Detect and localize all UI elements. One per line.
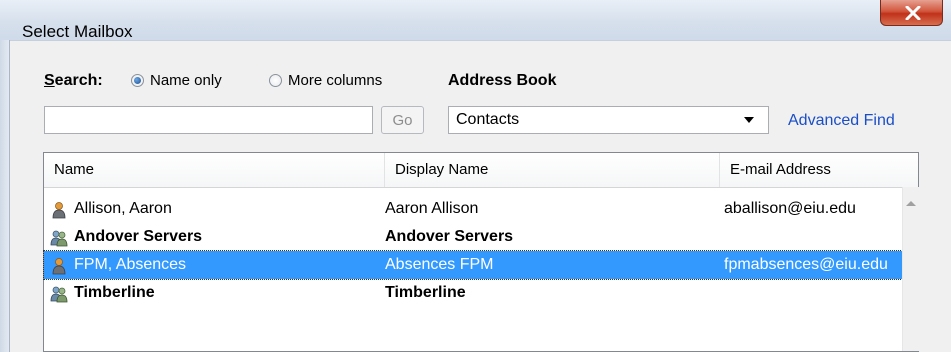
radio-selected-icon: [131, 74, 144, 87]
go-button[interactable]: Go: [381, 106, 424, 134]
row-email: aballison@eiu.edu: [724, 200, 856, 217]
row-email: fpmabsences@eiu.edu: [724, 256, 888, 273]
group-icon: [50, 230, 68, 247]
mailbox-list[interactable]: Name Display Name E-mail Address Allison…: [43, 152, 919, 352]
list-row[interactable]: Andover Servers Andover Servers: [44, 223, 902, 251]
row-display-name: Absences FPM: [385, 256, 494, 273]
radio-name-only-label: Name only: [150, 72, 222, 89]
row-name: Allison, Aaron: [74, 200, 172, 217]
search-label: Search:: [44, 72, 103, 89]
advanced-find-link[interactable]: Advanced Find: [788, 112, 895, 130]
vertical-scrollbar[interactable]: [902, 187, 919, 351]
radio-name-only[interactable]: Name only: [131, 72, 222, 89]
address-book-select[interactable]: Contacts: [448, 106, 769, 134]
radio-more-columns-label: More columns: [288, 72, 383, 89]
list-header: Name Display Name E-mail Address: [44, 153, 918, 188]
row-display-name: Andover Servers: [385, 228, 514, 245]
close-icon: [905, 6, 921, 20]
list-rows: Allison, Aaron Aaron Allison aballison@e…: [43, 195, 903, 307]
search-input[interactable]: [44, 106, 373, 134]
row-name: Andover Servers: [74, 228, 203, 245]
window-title: Select Mailbox: [22, 22, 133, 41]
radio-more-columns[interactable]: More columns: [269, 72, 382, 89]
radio-unselected-icon: [269, 74, 282, 87]
title-bar[interactable]: Select Mailbox: [0, 0, 951, 41]
dialog-content: Search: Name only More columns Address B…: [10, 41, 951, 352]
row-display-name: Timberline: [385, 284, 466, 301]
dropdown-arrow-icon: [744, 117, 754, 123]
user-icon: [52, 202, 66, 219]
row-name: FPM, Absences: [74, 256, 187, 273]
user-icon: [52, 258, 66, 275]
row-name: Timberline: [74, 284, 155, 301]
scroll-up-arrow-icon[interactable]: [906, 201, 916, 206]
address-book-selected-value: Contacts: [456, 111, 520, 128]
close-button[interactable]: [880, 0, 943, 26]
column-header-email[interactable]: E-mail Address: [720, 153, 918, 187]
address-book-label: Address Book: [448, 72, 557, 89]
group-icon: [50, 286, 68, 303]
list-row[interactable]: Timberline Timberline: [44, 279, 902, 307]
column-header-display-name[interactable]: Display Name: [385, 153, 720, 187]
list-row-selected[interactable]: FPM, Absences Absences FPM fpmabsences@e…: [43, 250, 903, 280]
window-frame-left: [0, 40, 10, 352]
select-mailbox-dialog: Select Mailbox Search: Name only More co…: [0, 0, 951, 352]
list-row[interactable]: Allison, Aaron Aaron Allison aballison@e…: [44, 195, 902, 223]
column-header-name[interactable]: Name: [44, 153, 385, 187]
row-display-name: Aaron Allison: [385, 200, 479, 217]
